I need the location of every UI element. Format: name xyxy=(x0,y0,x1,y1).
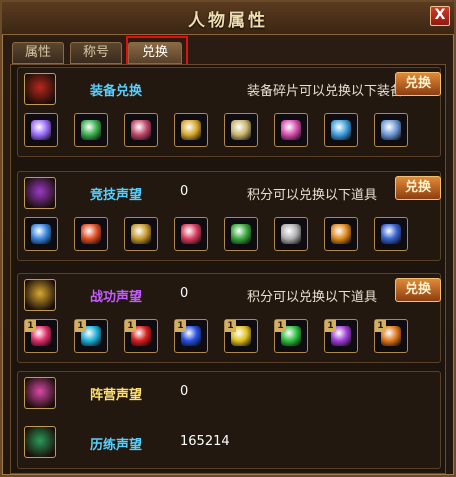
item-count-badge: 1 xyxy=(175,320,186,332)
purple-flower-emblem-icon xyxy=(24,177,56,209)
golden-chest-icon[interactable] xyxy=(124,217,158,251)
section-name: 装备兑换 xyxy=(90,84,143,99)
purple-gem-icon[interactable]: 1 xyxy=(324,319,358,353)
red-crystal-pile-icon[interactable] xyxy=(174,217,208,251)
item-glyph xyxy=(331,120,351,140)
pink-armor-icon[interactable] xyxy=(274,113,308,147)
item-count-badge: 1 xyxy=(275,320,286,332)
item-glyph xyxy=(181,224,201,244)
dark-warrior-icon xyxy=(24,73,56,105)
tab-titles[interactable]: 称号 xyxy=(70,42,122,64)
section-description: 装备碎片可以兑换以下装备 xyxy=(247,84,404,99)
section-value: 0 xyxy=(180,286,189,301)
close-button[interactable]: X xyxy=(430,6,450,26)
item-glyph xyxy=(381,224,401,244)
item-count-badge: 1 xyxy=(125,320,136,332)
exchange-panel: 装备兑换 装备碎片可以兑换以下装备 兑换 竞技声望 0 积分可以兑换以下道具 兑… xyxy=(10,64,446,474)
section-equipment-exchange: 装备兑换 装备碎片可以兑换以下装备 兑换 xyxy=(17,67,441,157)
section-name: 竞技声望 xyxy=(90,188,143,203)
dark-beaded-necklace-icon[interactable] xyxy=(124,113,158,147)
section-description: 积分可以兑换以下道具 xyxy=(247,188,378,203)
scroll-icon[interactable] xyxy=(224,113,258,147)
item-count-badge: 1 xyxy=(75,320,86,332)
pink-lotus-emblem-icon xyxy=(24,377,56,409)
item-glyph xyxy=(281,224,301,244)
blue-gift-box-icon[interactable] xyxy=(24,217,58,251)
section-merit-reputation: 战功声望 0 积分可以兑换以下道具 兑换 1 1 1 1 1 1 1 1 xyxy=(17,273,441,363)
green-gem-icon[interactable]: 1 xyxy=(274,319,308,353)
blue-gem-icon[interactable]: 1 xyxy=(174,319,208,353)
cyan-gem-icon[interactable]: 1 xyxy=(74,319,108,353)
orange-gem-icon[interactable]: 1 xyxy=(374,319,408,353)
item-glyph xyxy=(331,224,351,244)
item-count-badge: 1 xyxy=(225,320,236,332)
blue-scroll-bundle-icon[interactable] xyxy=(374,217,408,251)
window-title: 人物属性 xyxy=(188,11,268,31)
item-glyph xyxy=(281,120,301,140)
section-value: 0 xyxy=(180,184,189,199)
item-count-badge: 1 xyxy=(25,320,36,332)
silver-tablet-icon[interactable] xyxy=(274,217,308,251)
section-arena-reputation: 竞技声望 0 积分可以兑换以下道具 兑换 xyxy=(17,171,441,261)
orange-treasure-box-icon[interactable] xyxy=(324,217,358,251)
green-red-gift-icon[interactable] xyxy=(224,217,258,251)
item-glyph xyxy=(131,224,151,244)
item-glyph xyxy=(81,224,101,244)
item-count-badge: 1 xyxy=(375,320,386,332)
silver-axe-icon[interactable] xyxy=(374,113,408,147)
golden-amulet-icon[interactable] xyxy=(174,113,208,147)
red-gem-icon[interactable]: 1 xyxy=(124,319,158,353)
exchange-button[interactable]: 兑换 xyxy=(395,278,441,302)
character-attributes-window: 人物属性 X 属性 称号 兑换 装备兑换 装备碎片可以兑换以下装备 兑换 竞技声… xyxy=(0,0,456,477)
title-bar[interactable]: 人物属性 X xyxy=(2,2,454,35)
section-other-reputations: 阵营声望 0 历练声望 165214 xyxy=(17,371,441,469)
item-glyph xyxy=(181,120,201,140)
section-name: 战功声望 xyxy=(90,290,143,305)
item-count-badge: 1 xyxy=(325,320,336,332)
item-glyph xyxy=(81,120,101,140)
yellow-gem-icon[interactable]: 1 xyxy=(224,319,258,353)
section-value: 0 xyxy=(180,384,189,399)
purple-claw-weapon-icon[interactable] xyxy=(24,113,58,147)
item-glyph xyxy=(231,120,251,140)
item-glyph xyxy=(231,224,251,244)
exchange-button[interactable]: 兑换 xyxy=(395,176,441,200)
crossed-swords-icon xyxy=(24,279,56,311)
item-glyph xyxy=(381,120,401,140)
red-gift-box-icon[interactable] xyxy=(74,217,108,251)
item-glyph xyxy=(31,120,51,140)
exchange-button[interactable]: 兑换 xyxy=(395,72,441,96)
blue-bracer-icon[interactable] xyxy=(324,113,358,147)
section-description: 积分可以兑换以下道具 xyxy=(247,290,378,305)
section-name: 阵营声望 xyxy=(90,388,143,403)
item-glyph xyxy=(131,120,151,140)
green-figure-emblem-icon xyxy=(24,426,56,458)
tab-attributes[interactable]: 属性 xyxy=(12,42,64,64)
section-name: 历练声望 xyxy=(90,438,143,453)
pink-gem-icon[interactable]: 1 xyxy=(24,319,58,353)
item-glyph xyxy=(31,224,51,244)
green-jade-ring-icon[interactable] xyxy=(74,113,108,147)
section-value: 165214 xyxy=(180,434,230,449)
